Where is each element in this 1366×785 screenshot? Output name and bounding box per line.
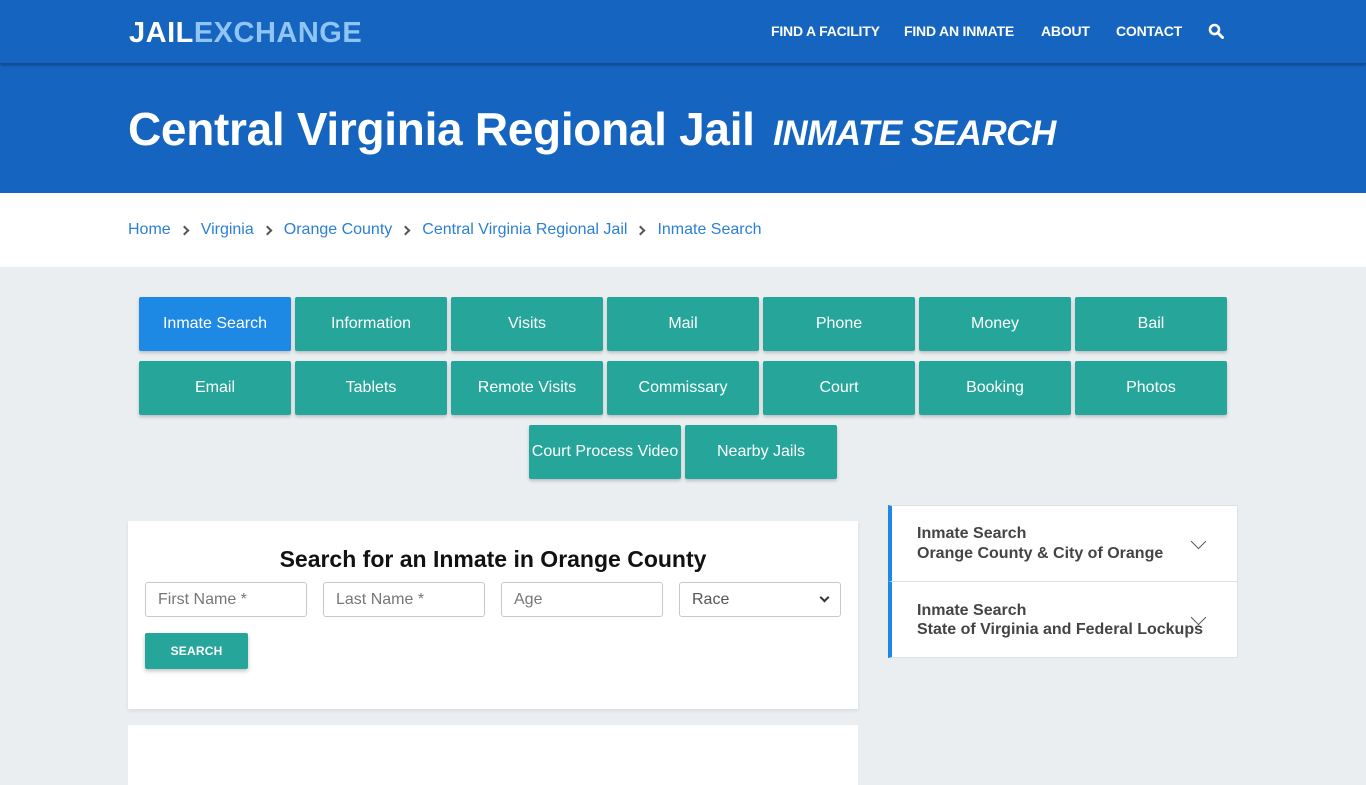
- tab-money[interactable]: Money: [919, 297, 1071, 351]
- accordion-orange-county[interactable]: Inmate Search Orange County & City of Or…: [888, 505, 1238, 582]
- breadcrumb-orange-county[interactable]: Orange County: [284, 220, 393, 240]
- chevron-right-icon: [262, 225, 273, 235]
- accordion-title: Inmate Search: [917, 602, 1027, 619]
- search-icon[interactable]: [1208, 23, 1224, 39]
- age-input[interactable]: [501, 582, 663, 617]
- tab-email[interactable]: Email: [139, 361, 291, 415]
- tab-remote-visits[interactable]: Remote Visits: [451, 361, 603, 415]
- jailexchange-logo[interactable]: JAILEXCHANGE: [129, 16, 362, 50]
- nav-find-a-facility[interactable]: FIND A FACILITY: [771, 22, 880, 40]
- last-name-input[interactable]: [323, 582, 485, 617]
- tab-booking[interactable]: Booking: [919, 361, 1071, 415]
- tab-bail[interactable]: Bail: [1075, 297, 1227, 351]
- page-subtitle: INMATE SEARCH: [773, 114, 1056, 153]
- tab-nearby-jails[interactable]: Nearby Jails: [685, 425, 837, 479]
- facility-name: Central Virginia Regional Jail: [128, 103, 755, 155]
- tab-photos[interactable]: Photos: [1075, 361, 1227, 415]
- breadcrumb-facility[interactable]: Central Virginia Regional Jail: [422, 220, 627, 240]
- tab-court[interactable]: Court: [763, 361, 915, 415]
- content-card: [128, 725, 858, 785]
- tab-information[interactable]: Information: [295, 297, 447, 351]
- search-button[interactable]: SEARCH: [145, 633, 248, 669]
- accordion-title: Inmate Search: [917, 525, 1027, 542]
- breadcrumb-bar: Home Virginia Orange County Central Virg…: [0, 193, 1366, 267]
- tab-commissary[interactable]: Commissary: [607, 361, 759, 415]
- breadcrumb-virginia[interactable]: Virginia: [201, 220, 254, 240]
- tab-court-process-video[interactable]: Court Process Video: [529, 425, 681, 479]
- accordion-subtitle: State of Virginia and Federal Lockups: [917, 621, 1203, 638]
- tab-phone[interactable]: Phone: [763, 297, 915, 351]
- chevron-down-icon: [1190, 533, 1207, 550]
- page-hero: Central Virginia Regional Jail INMATE SE…: [0, 64, 1366, 193]
- tab-mail[interactable]: Mail: [607, 297, 759, 351]
- nav-contact[interactable]: CONTACT: [1116, 22, 1182, 40]
- tab-inmate-search[interactable]: Inmate Search: [139, 297, 291, 351]
- logo-part-jail: JAIL: [129, 17, 194, 49]
- tab-visits[interactable]: Visits: [451, 297, 603, 351]
- race-select[interactable]: Race: [679, 582, 841, 617]
- chevron-right-icon: [635, 225, 646, 235]
- nav-find-an-inmate[interactable]: FIND AN INMATE: [904, 22, 1014, 40]
- inmate-search-card: Search for an Inmate in Orange County Ra…: [128, 521, 858, 709]
- nav-about[interactable]: ABOUT: [1041, 22, 1090, 40]
- search-card-title: Search for an Inmate in Orange County: [279, 546, 707, 572]
- chevron-right-icon: [400, 225, 411, 235]
- chevron-down-icon: [819, 592, 830, 603]
- breadcrumb: Home Virginia Orange County Central Virg…: [128, 220, 762, 240]
- breadcrumb-home[interactable]: Home: [128, 220, 171, 240]
- top-navbar: JAILEXCHANGE FIND A FACILITY FIND AN INM…: [0, 0, 1366, 64]
- breadcrumb-inmate-search[interactable]: Inmate Search: [657, 220, 761, 240]
- accordion-subtitle: Orange County & City of Orange: [917, 545, 1164, 562]
- race-select-value: Race: [692, 590, 730, 608]
- logo-part-exchange: EXCHANGE: [193, 17, 363, 49]
- chevron-right-icon: [179, 225, 190, 235]
- first-name-input[interactable]: [145, 582, 307, 617]
- page-title: Central Virginia Regional Jail INMATE SE…: [128, 102, 1056, 161]
- accordion-state-federal[interactable]: Inmate Search State of Virginia and Fede…: [888, 581, 1238, 658]
- tab-tablets[interactable]: Tablets: [295, 361, 447, 415]
